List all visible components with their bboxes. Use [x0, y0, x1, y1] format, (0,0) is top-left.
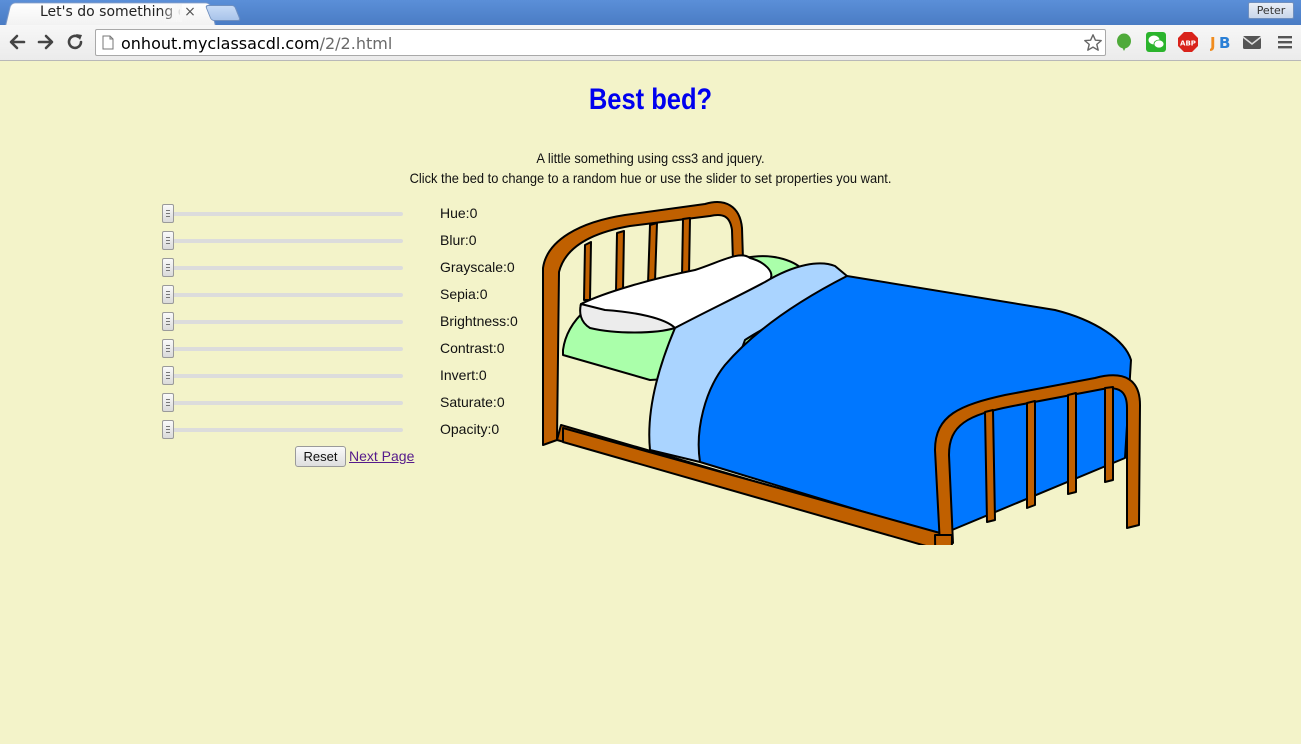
headboard-rail-1	[583, 241, 592, 301]
headboard-rail-2	[615, 230, 625, 293]
browser-toolbar: onhout.myclassacdl.com/2/2.html ABP J B	[0, 25, 1301, 61]
slider-row-contrast: Contrast:0	[162, 337, 522, 364]
brightness-label: Brightness:0	[440, 313, 518, 329]
opacity-slider[interactable]	[168, 428, 403, 432]
bed-image[interactable]	[535, 200, 1145, 545]
bed-front-leg	[934, 534, 953, 545]
svg-text:B: B	[1219, 34, 1230, 52]
headboard-rail-4	[681, 217, 691, 278]
brightness-slider-handle[interactable]	[162, 312, 174, 331]
svg-text:J: J	[1210, 34, 1216, 52]
hue-slider-handle[interactable]	[162, 204, 174, 223]
saturate-slider-handle[interactable]	[162, 393, 174, 412]
blur-slider[interactable]	[168, 239, 403, 243]
evernote-icon[interactable]	[1114, 32, 1134, 52]
slider-row-grayscale: Grayscale:0	[162, 256, 522, 283]
footboard-rail-4	[1104, 386, 1114, 483]
wechat-icon[interactable]	[1146, 32, 1166, 52]
tab-strip: Let's do something cool × Peter	[0, 0, 1301, 26]
back-arrow-icon[interactable]	[6, 31, 28, 53]
slider-row-invert: Invert:0	[162, 364, 522, 391]
contrast-label: Contrast:0	[440, 340, 505, 356]
hue-slider[interactable]	[168, 212, 403, 216]
grayscale-label: Grayscale:0	[440, 259, 515, 275]
intro-line-1: A little something using css3 and jquery…	[536, 150, 765, 166]
mail-icon[interactable]	[1242, 32, 1262, 52]
slider-row-opacity: Opacity:0	[162, 418, 522, 445]
next-page-link[interactable]: Next Page	[349, 448, 414, 464]
reset-button[interactable]: Reset	[295, 446, 346, 467]
slider-row-blur: Blur:0	[162, 229, 522, 256]
address-bar[interactable]: onhout.myclassacdl.com/2/2.html	[95, 29, 1106, 56]
sepia-label: Sepia:0	[440, 286, 488, 302]
opacity-label: Opacity:0	[440, 421, 500, 437]
page-icon	[102, 35, 114, 50]
blur-slider-handle[interactable]	[162, 231, 174, 250]
page-content: Best bed? A little something using css3 …	[0, 62, 1301, 744]
footboard-rail-3	[1067, 392, 1077, 495]
saturate-slider[interactable]	[168, 401, 403, 405]
tab-title[interactable]: Let's do something cool	[40, 4, 180, 22]
reload-icon[interactable]	[64, 31, 86, 53]
headboard-rail-3	[647, 222, 658, 285]
opacity-slider-handle[interactable]	[162, 420, 174, 439]
jb-icon[interactable]: J B	[1210, 32, 1230, 52]
footboard-rail-1	[984, 409, 996, 523]
grayscale-slider[interactable]	[168, 266, 403, 270]
footboard-rail-2	[1026, 400, 1036, 509]
intro-text: A little something using css3 and jquery…	[0, 148, 1301, 188]
svg-text:ABP: ABP	[1180, 40, 1196, 48]
close-tab-icon[interactable]: ×	[182, 4, 198, 20]
contrast-slider[interactable]	[168, 347, 403, 351]
menu-icon[interactable]	[1277, 34, 1293, 50]
slider-row-sepia: Sepia:0	[162, 283, 522, 310]
slider-row-brightness: Brightness:0	[162, 310, 522, 337]
invert-slider[interactable]	[168, 374, 403, 378]
tab-title-fade	[160, 4, 182, 22]
adblock-icon[interactable]: ABP	[1178, 32, 1198, 52]
grayscale-slider-handle[interactable]	[162, 258, 174, 277]
new-tab-button[interactable]	[204, 5, 242, 21]
slider-row-hue: Hue:0	[162, 202, 522, 229]
page-title: Best bed?	[588, 83, 713, 116]
saturate-label: Saturate:0	[440, 394, 505, 410]
sepia-slider[interactable]	[168, 293, 403, 297]
bookmark-star-icon[interactable]	[1083, 33, 1103, 53]
blur-label: Blur:0	[440, 232, 477, 248]
brightness-slider[interactable]	[168, 320, 403, 324]
sepia-slider-handle[interactable]	[162, 285, 174, 304]
invert-slider-handle[interactable]	[162, 366, 174, 385]
url-host: onhout.myclassacdl.com	[121, 34, 320, 53]
invert-label: Invert:0	[440, 367, 487, 383]
hue-label: Hue:0	[440, 205, 478, 221]
contrast-slider-handle[interactable]	[162, 339, 174, 358]
url-text[interactable]: onhout.myclassacdl.com/2/2.html	[121, 34, 392, 53]
slider-row-saturate: Saturate:0	[162, 391, 522, 418]
profile-button[interactable]: Peter	[1248, 2, 1294, 19]
intro-line-2: Click the bed to change to a random hue …	[409, 170, 892, 186]
url-path: /2/2.html	[319, 34, 393, 53]
forward-arrow-icon[interactable]	[35, 31, 57, 53]
